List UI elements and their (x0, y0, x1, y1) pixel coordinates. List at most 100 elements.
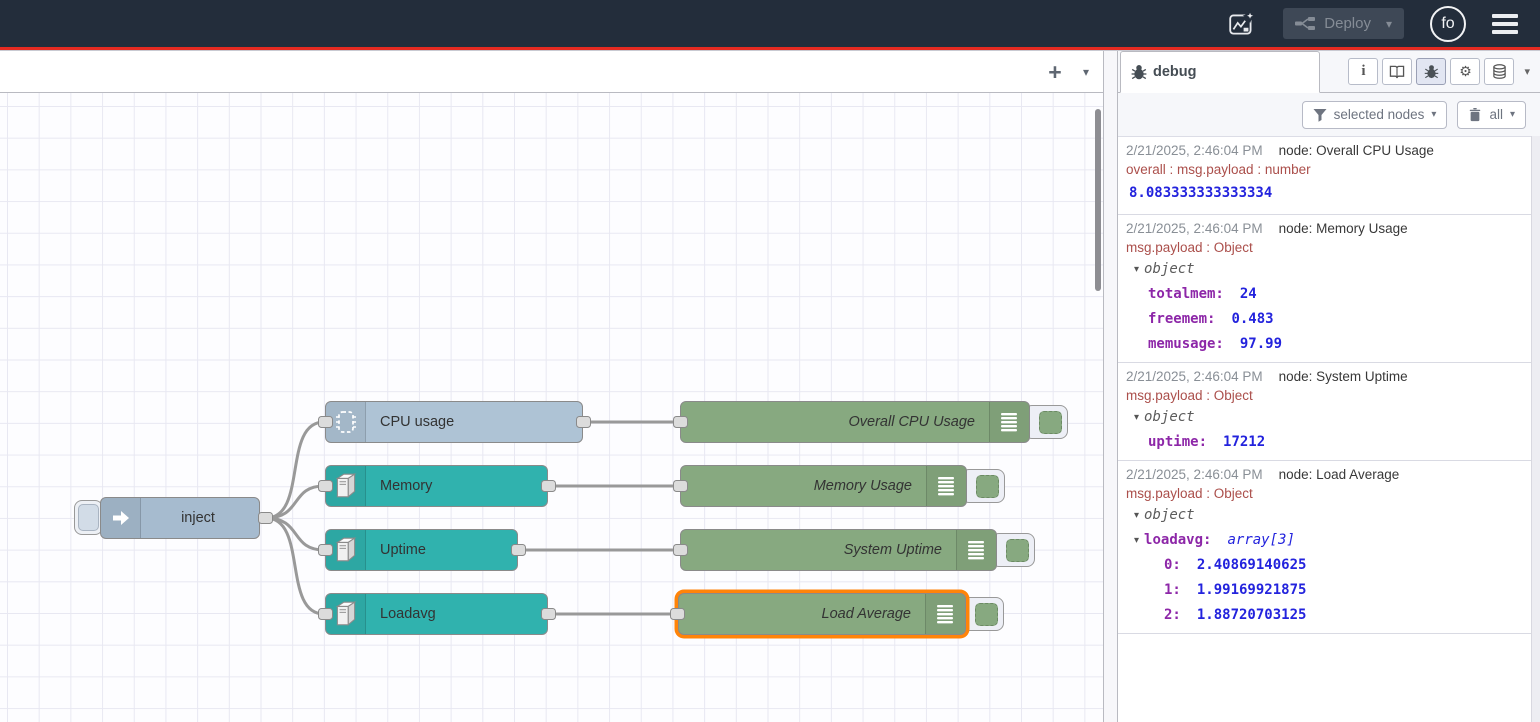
node-label: inject (141, 510, 259, 526)
node-cpu-usage[interactable]: CPU usage (325, 401, 583, 443)
node-memory[interactable]: Memory (325, 465, 548, 507)
bug-icon (1424, 64, 1439, 79)
deploy-label: Deploy (1324, 15, 1371, 32)
debug-toggle-button[interactable] (960, 597, 1004, 631)
debug-message[interactable]: 2/21/2025, 2:46:04 PM node: Overall CPU … (1118, 137, 1531, 215)
clear-messages-button[interactable]: all ▾ (1457, 101, 1526, 129)
sidebar-options-caret-icon[interactable]: ▾ (1524, 65, 1530, 78)
debug-toolbar: selected nodes ▾ all ▾ (1118, 93, 1540, 136)
debug-list-icon (989, 402, 1029, 442)
message-list-scrollbar[interactable] (1531, 136, 1540, 722)
database-icon (1492, 64, 1507, 80)
collapse-caret-icon[interactable]: ▾ (1134, 264, 1139, 275)
tab-help-button[interactable] (1382, 58, 1412, 85)
sidebar-tabbar: debug i (1118, 51, 1540, 93)
node-uptime[interactable]: Uptime (325, 529, 518, 571)
debug-message-area: 2/21/2025, 2:46:04 PM node: Overall CPU … (1118, 136, 1540, 722)
port-input[interactable] (673, 416, 688, 428)
wire[interactable] (266, 486, 324, 518)
tab-config-button[interactable]: ⚙ (1450, 58, 1480, 85)
object-entry: totalmem:24 (1126, 282, 1525, 307)
inject-trigger-button[interactable] (74, 500, 103, 535)
filter-button[interactable]: selected nodes ▾ (1302, 101, 1448, 129)
debug-message[interactable]: 2/21/2025, 2:46:04 PM node: Memory Usage… (1118, 215, 1531, 363)
node-debug-memory-usage[interactable]: Memory Usage (680, 465, 967, 507)
message-timestamp: 2/21/2025, 2:46:04 PM (1126, 465, 1263, 484)
filter-caret-icon: ▾ (1431, 109, 1436, 120)
filter-label: selected nodes (1334, 107, 1425, 122)
deploy-button[interactable]: Deploy ▾ (1283, 8, 1404, 39)
deploy-icon (1295, 16, 1315, 31)
node-loadavg[interactable]: Loadavg (325, 593, 548, 635)
port-input[interactable] (318, 416, 333, 428)
tab-info-button[interactable]: i (1348, 58, 1378, 85)
array-entry: 1:1.99169921875 (1126, 578, 1525, 603)
object-entry: uptime:17212 (1126, 430, 1525, 455)
tab-debug[interactable]: debug (1120, 51, 1320, 93)
object-row[interactable]: ▾object (1126, 503, 1525, 528)
add-flow-button[interactable]: + (1041, 58, 1069, 86)
wire[interactable] (266, 518, 324, 550)
user-initials: fo (1441, 15, 1454, 33)
node-label: System Uptime (681, 542, 956, 558)
object-entry: memusage:97.99 (1126, 332, 1525, 357)
flow-canvas[interactable]: inject CPU usage (0, 93, 1103, 722)
message-property-path: msg.payload : Object (1126, 386, 1525, 405)
tab-context-button[interactable] (1484, 58, 1514, 85)
node-debug-overall-cpu[interactable]: Overall CPU Usage (680, 401, 1030, 443)
message-node-name: node: Overall CPU Usage (1279, 141, 1434, 160)
tab-debug-label: debug (1153, 64, 1197, 80)
flow-sparkle-icon (1227, 9, 1257, 39)
main-content: + ▾ (0, 50, 1540, 722)
port-input[interactable] (318, 480, 333, 492)
assistant-button[interactable] (1227, 9, 1257, 39)
port-output[interactable] (541, 480, 556, 492)
user-menu-button[interactable]: fo (1430, 6, 1466, 42)
port-output[interactable] (511, 544, 526, 556)
collapse-caret-icon[interactable]: ▾ (1134, 535, 1139, 546)
panel-splitter[interactable] (1103, 51, 1118, 722)
canvas-vertical-scrollbar[interactable] (1095, 109, 1101, 291)
hamburger-icon (1492, 14, 1518, 18)
workspace: + ▾ (0, 51, 1103, 722)
array-row[interactable]: ▾loadavg:array[3] (1126, 528, 1525, 553)
debug-list-icon (925, 594, 965, 634)
message-node-name: node: Load Average (1279, 465, 1400, 484)
book-icon (1389, 64, 1405, 79)
deploy-options-caret-icon[interactable]: ▾ (1386, 17, 1392, 31)
node-inject[interactable]: inject (100, 497, 260, 539)
collapse-caret-icon[interactable]: ▾ (1134, 510, 1139, 521)
port-output[interactable] (258, 512, 273, 524)
message-timestamp: 2/21/2025, 2:46:04 PM (1126, 367, 1263, 386)
message-value: 8.083333333333334 (1126, 179, 1525, 209)
debug-toggle-button[interactable] (1024, 405, 1068, 439)
debug-toggle-button[interactable] (961, 469, 1005, 503)
filter-funnel-icon (1313, 108, 1327, 122)
info-icon: i (1361, 63, 1365, 80)
object-row[interactable]: ▾object (1126, 257, 1525, 282)
debug-message[interactable]: 2/21/2025, 2:46:04 PM node: Load Average… (1118, 461, 1531, 634)
port-output[interactable] (541, 608, 556, 620)
port-input[interactable] (670, 608, 685, 620)
message-timestamp: 2/21/2025, 2:46:04 PM (1126, 141, 1263, 160)
object-row[interactable]: ▾object (1126, 405, 1525, 430)
port-input[interactable] (318, 544, 333, 556)
node-label: Loadavg (366, 606, 436, 622)
collapse-caret-icon[interactable]: ▾ (1134, 412, 1139, 423)
bug-icon (1131, 64, 1147, 80)
tab-debug-button[interactable] (1416, 58, 1446, 85)
header: Deploy ▾ fo (0, 0, 1540, 47)
inject-arrow-icon[interactable] (101, 498, 141, 538)
node-label: Uptime (366, 542, 426, 558)
main-menu-button[interactable] (1492, 14, 1518, 34)
node-debug-load-average[interactable]: Load Average (678, 593, 966, 635)
node-debug-system-uptime[interactable]: System Uptime (680, 529, 997, 571)
gear-icon: ⚙ (1459, 63, 1472, 80)
flow-list-caret-icon[interactable]: ▾ (1075, 63, 1097, 81)
port-input[interactable] (318, 608, 333, 620)
port-output[interactable] (576, 416, 591, 428)
debug-toggle-button[interactable] (991, 533, 1035, 567)
debug-message[interactable]: 2/21/2025, 2:46:04 PM node: System Uptim… (1118, 363, 1531, 461)
port-input[interactable] (673, 544, 688, 556)
port-input[interactable] (673, 480, 688, 492)
